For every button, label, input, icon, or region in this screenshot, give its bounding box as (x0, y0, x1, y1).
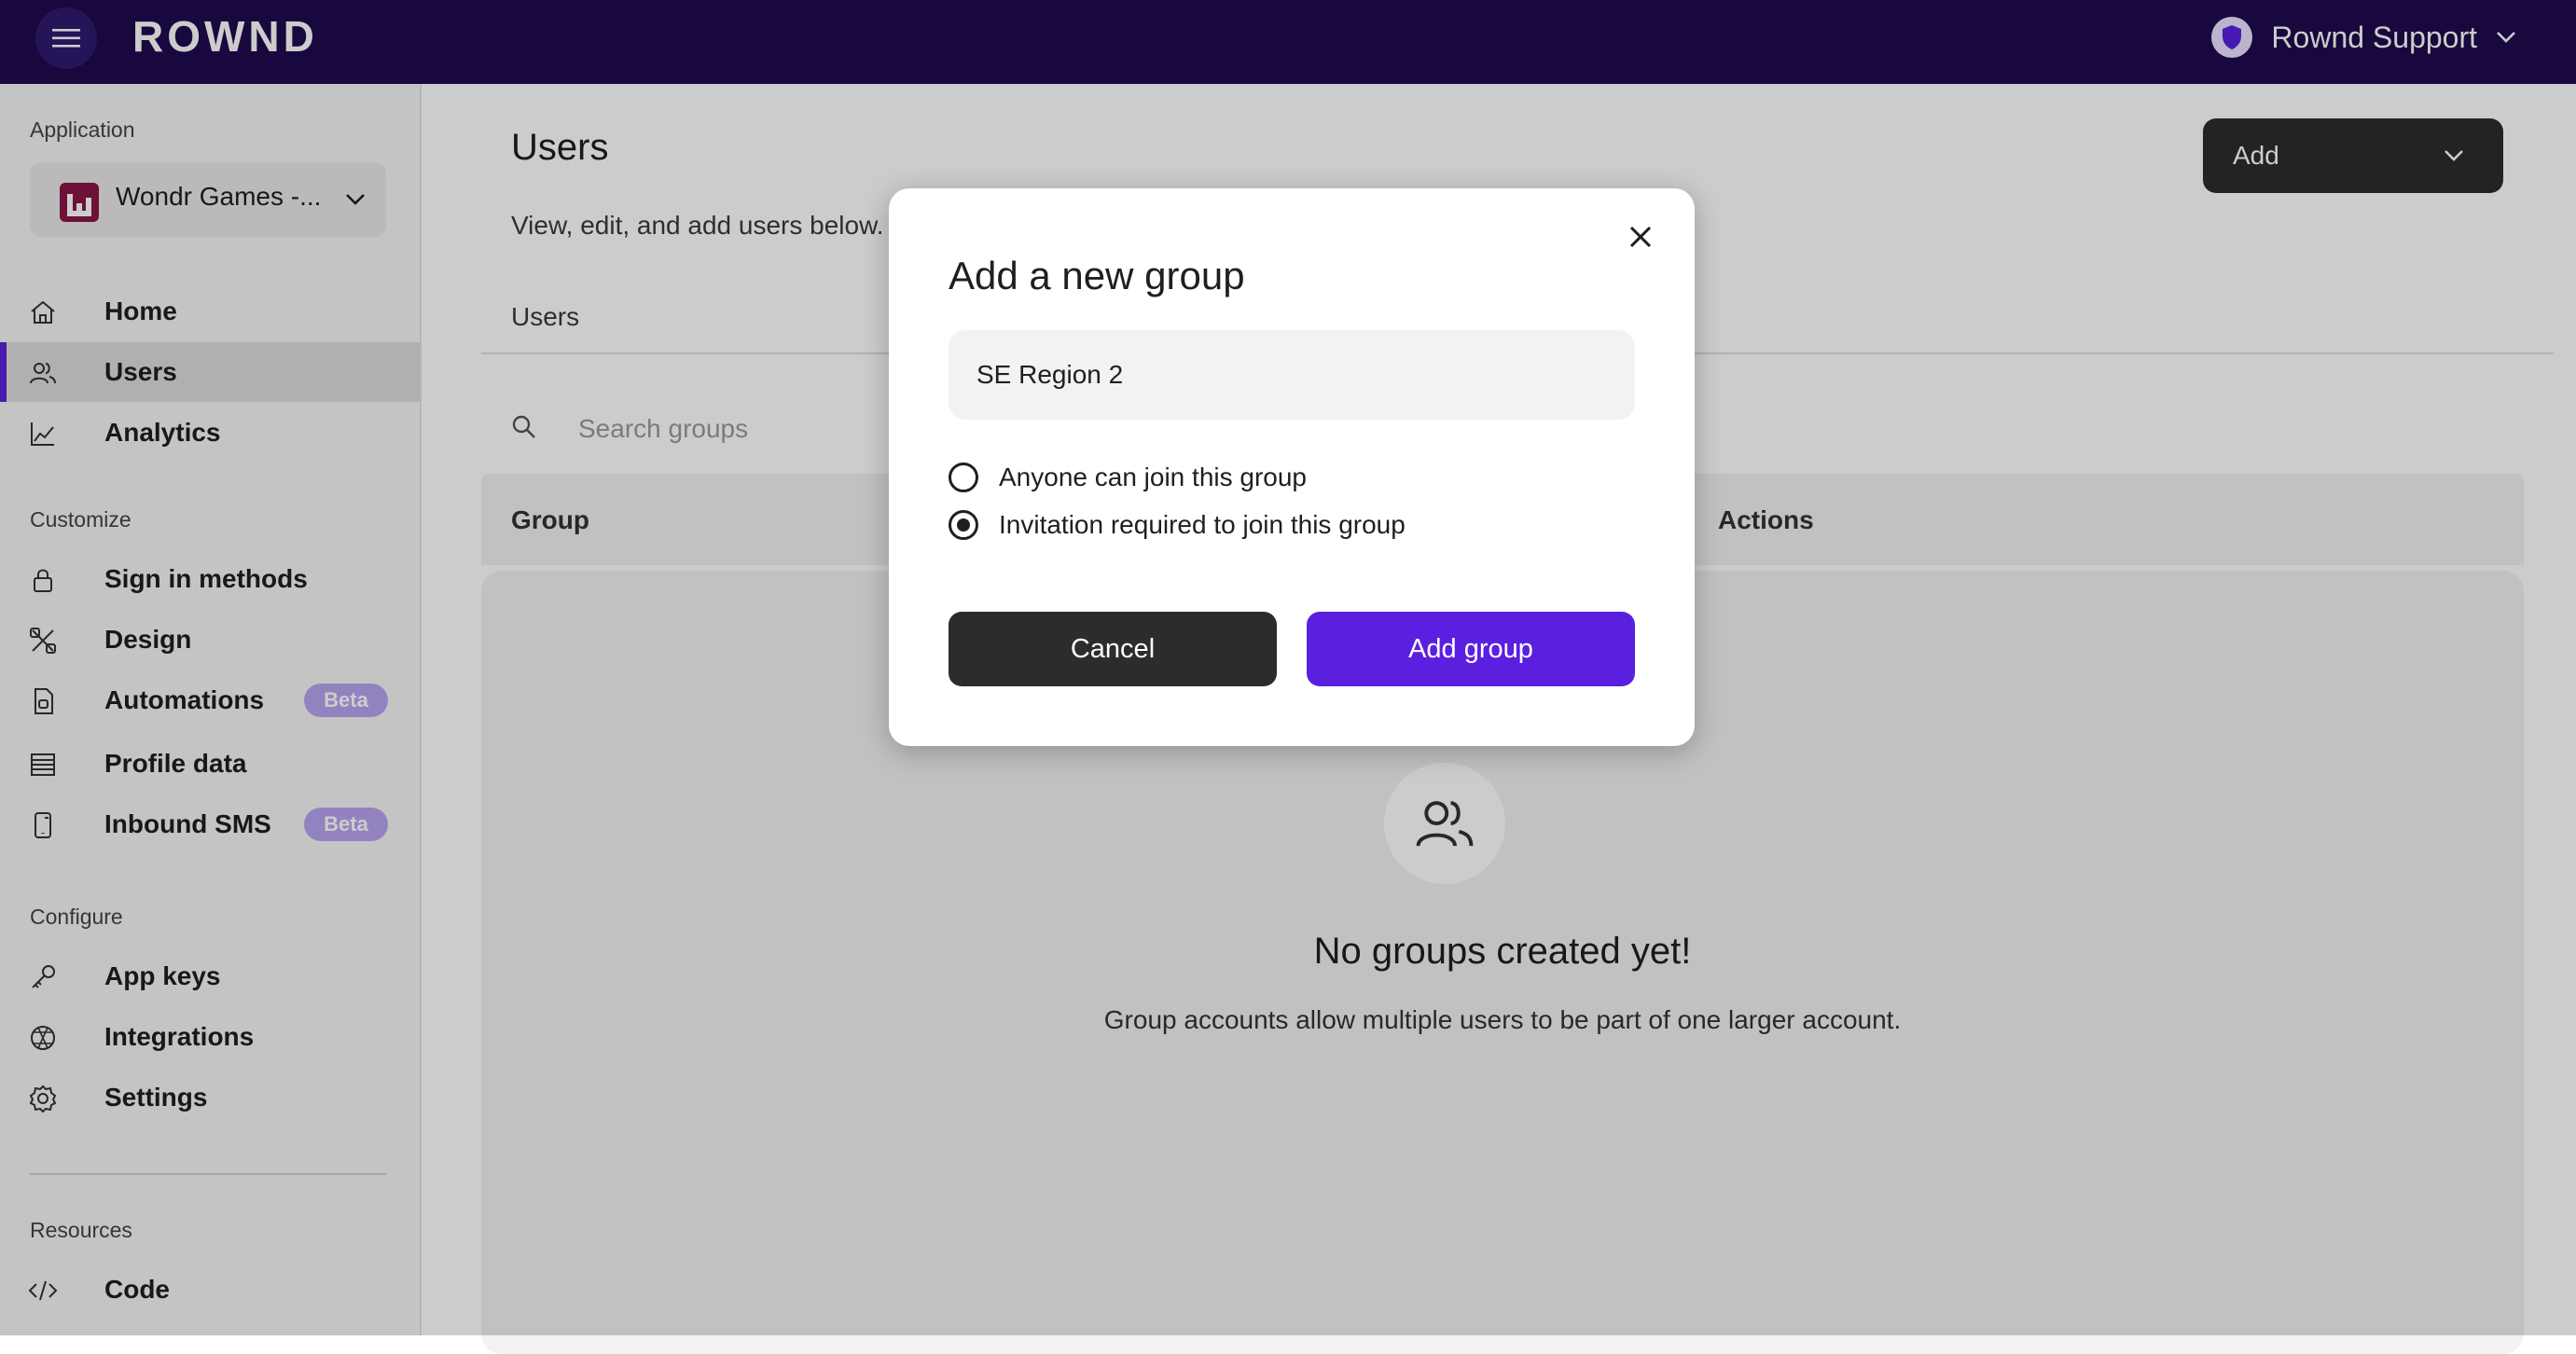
add-group-dialog: Add a new group Anyone can join this gro… (889, 188, 1695, 746)
radio-label: Anyone can join this group (999, 463, 1307, 491)
radio-button-selected[interactable] (949, 510, 978, 540)
add-group-button[interactable]: Add group (1307, 612, 1635, 686)
close-button[interactable] (1620, 216, 1661, 257)
group-name-input[interactable] (949, 330, 1635, 420)
close-icon (1629, 226, 1652, 248)
radio-invitation-required[interactable]: Invitation required to join this group (949, 510, 1406, 540)
cancel-button[interactable]: Cancel (949, 612, 1277, 686)
radio-label: Invitation required to join this group (999, 510, 1406, 539)
radio-button[interactable] (949, 463, 978, 492)
dialog-title: Add a new group (949, 254, 1245, 297)
radio-anyone-can-join[interactable]: Anyone can join this group (949, 463, 1307, 492)
